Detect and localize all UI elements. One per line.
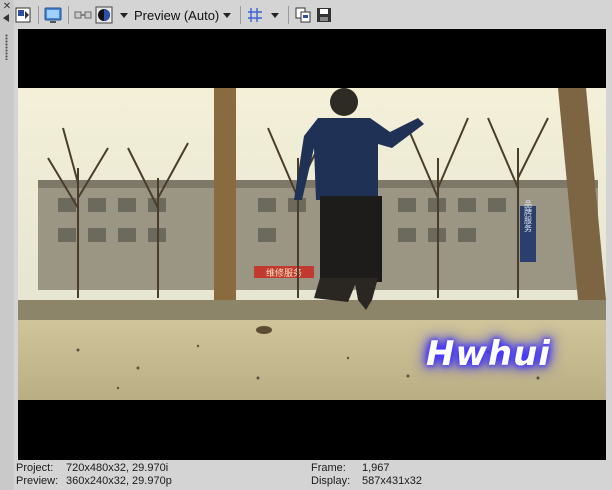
preview-label: Preview: — [16, 475, 59, 487]
display-label: Display: — [311, 475, 351, 487]
grid-dropdown-icon[interactable] — [271, 12, 280, 18]
video-preview[interactable]: 维修服务 品牌服务 Hwhui — [18, 29, 606, 460]
frame-label: Frame: — [311, 462, 346, 474]
vertical-sign: 品牌服务 — [524, 200, 533, 233]
project-label: Project: — [16, 462, 54, 474]
preview-toolbar: Preview (Auto) — [14, 2, 612, 28]
display-value: 587x431x32 — [362, 475, 422, 487]
save-snapshot-button[interactable] — [315, 4, 333, 26]
preview-quality-select[interactable]: Preview (Auto) — [134, 8, 219, 23]
grid-icon — [248, 8, 263, 22]
frame-value: 1,967 — [362, 462, 390, 474]
dock-collapse-icon[interactable] — [3, 14, 9, 22]
toolbar-separator — [240, 6, 242, 24]
preview-quality-dropdown-icon[interactable] — [223, 12, 232, 18]
storefront-sign: 维修服务 — [266, 267, 302, 279]
frame-info: Frame: 1,967 Display: 587x431x32 — [311, 462, 422, 488]
split-screen-icon — [74, 11, 92, 19]
video-output-icon — [15, 7, 31, 23]
overlay-button[interactable] — [95, 4, 113, 26]
overlay-dropdown-icon[interactable] — [120, 12, 128, 18]
drag-handle[interactable] — [5, 34, 8, 60]
preview-value: 360x240x32, 29.970p — [66, 475, 172, 487]
save-snapshot-icon — [317, 8, 332, 22]
toolbar-separator — [288, 6, 290, 24]
video-output-button[interactable] — [14, 4, 32, 26]
overlay-icon — [95, 6, 113, 24]
split-screen-button[interactable] — [74, 4, 92, 26]
monitor-button[interactable] — [44, 4, 62, 26]
copy-snapshot-button[interactable] — [294, 4, 312, 26]
project-value: 720x480x32, 29.970i — [66, 462, 169, 474]
monitor-icon — [44, 7, 62, 23]
dock-strip: ✕ — [0, 0, 14, 490]
project-info: Project: 720x480x32, 29.970i Preview: 360x… — [16, 462, 172, 488]
grid-button[interactable] — [246, 4, 264, 26]
toolbar-separator — [68, 6, 69, 24]
toolbar-separator — [38, 6, 39, 24]
title-overlay-text: Hwhui — [426, 334, 551, 374]
close-icon[interactable]: ✕ — [2, 2, 12, 12]
copy-snapshot-icon — [295, 7, 311, 23]
